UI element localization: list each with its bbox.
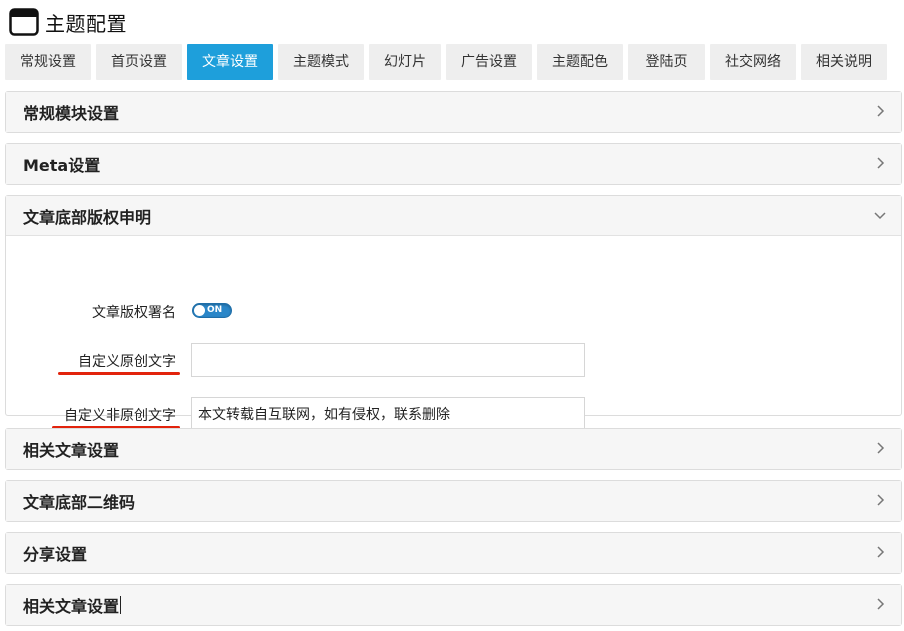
tab-ads[interactable]: 广告设置 [446, 44, 532, 80]
signature-toggle[interactable]: ON [192, 303, 232, 318]
section-title: 相关文章设置 [23, 441, 120, 460]
tab-slideshow[interactable]: 幻灯片 [369, 44, 441, 80]
toggle-state-text: ON [207, 305, 223, 315]
original-text-label: 自定义原创文字 [78, 354, 176, 370]
section-copyright: 文章底部版权申明 文章版权署名 ON 自定义原创文字 自定义非原创文字 [5, 195, 902, 431]
tab-social[interactable]: 社交网络 [710, 44, 796, 80]
section-title: 文章底部二维码 [23, 493, 136, 512]
section-general-modules: 常规模块设置 [5, 91, 902, 133]
window-icon [9, 8, 39, 36]
section-qrcode: 文章底部二维码 [5, 480, 902, 522]
tab-login-page[interactable]: 登陆页 [628, 44, 705, 80]
chevron-right-icon [877, 598, 885, 610]
non-original-text-label: 自定义非原创文字 [64, 408, 176, 424]
chevron-right-icon [877, 494, 885, 506]
annotation-underline [58, 372, 180, 375]
tab-article[interactable]: 文章设置 [187, 44, 273, 80]
section-header[interactable]: 分享设置 [6, 533, 901, 573]
section-header[interactable]: 常规模块设置 [6, 92, 901, 132]
section-header[interactable]: 相关文章设置 [6, 585, 901, 625]
section-header[interactable]: Meta设置 [6, 144, 901, 184]
signature-label: 文章版权署名 [92, 305, 176, 321]
section-share: 分享设置 [5, 532, 902, 574]
section-related-posts: 相关文章设置 [5, 428, 902, 470]
tab-about[interactable]: 相关说明 [801, 44, 887, 80]
section-header[interactable]: 相关文章设置 [6, 429, 901, 469]
tab-home[interactable]: 首页设置 [96, 44, 182, 80]
original-text-input[interactable] [191, 343, 585, 377]
tab-theme-color[interactable]: 主题配色 [537, 44, 623, 80]
tab-bar: 常规设置 首页设置 文章设置 主题模式 幻灯片 广告设置 主题配色 登陆页 社交… [5, 44, 892, 80]
tab-general[interactable]: 常规设置 [5, 44, 91, 80]
section-title: 文章底部版权申明 [23, 207, 152, 227]
chevron-right-icon [877, 442, 885, 454]
section-title: 分享设置 [23, 545, 88, 564]
text-cursor [120, 596, 122, 614]
section-title: 相关文章设置 [23, 597, 120, 616]
chevron-right-icon [877, 105, 885, 117]
section-title: Meta设置 [23, 156, 101, 175]
section-header[interactable]: 文章底部二维码 [6, 481, 901, 521]
section-header[interactable]: 文章底部版权申明 [6, 196, 901, 236]
section-meta: Meta设置 [5, 143, 902, 185]
chevron-right-icon [877, 157, 885, 169]
section-body: 文章版权署名 ON 自定义原创文字 自定义非原创文字 [6, 236, 901, 431]
section-related-posts-2: 相关文章设置 [5, 584, 902, 626]
non-original-text-input[interactable] [191, 397, 585, 431]
chevron-down-icon [874, 212, 886, 220]
tab-theme-mode[interactable]: 主题模式 [278, 44, 364, 80]
section-title: 常规模块设置 [23, 104, 120, 123]
page-title: 主题配置 [45, 11, 127, 36]
chevron-right-icon [877, 546, 885, 558]
toggle-knob [194, 305, 205, 316]
page-header: 主题配置 [9, 6, 127, 38]
